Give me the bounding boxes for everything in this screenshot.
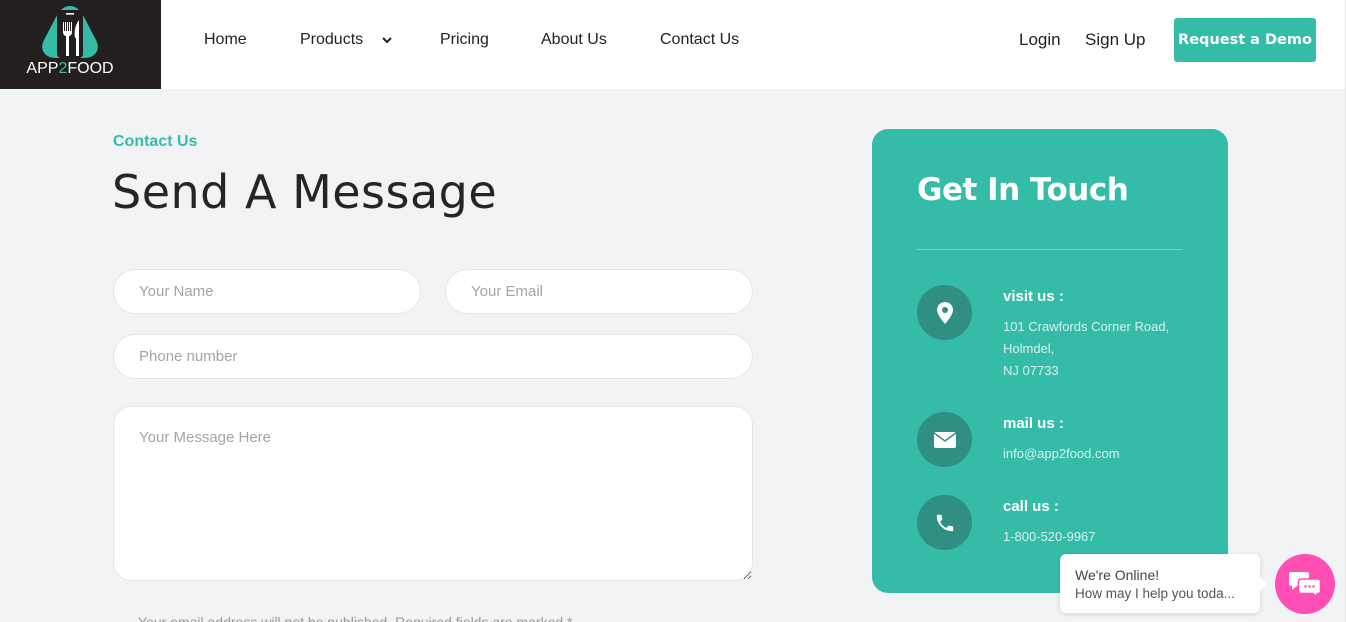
- nav-item-contact-us[interactable]: Contact Us: [660, 30, 739, 50]
- nav-label: Contact Us: [660, 31, 740, 48]
- request-demo-button[interactable]: Request a Demo: [1174, 18, 1316, 62]
- divider: [917, 249, 1182, 250]
- nav-item-about-us[interactable]: About Us: [541, 30, 607, 50]
- info-label: mail us :: [1003, 415, 1064, 432]
- envelope-icon: [917, 412, 972, 467]
- info-label: visit us :: [1003, 288, 1064, 305]
- address: 101 Crawfords Corner Road, Holmdel, NJ 0…: [1003, 316, 1169, 382]
- phone-number[interactable]: 1-800-520-9967: [1003, 526, 1096, 548]
- map-marker-icon: [917, 285, 972, 340]
- message-textarea[interactable]: [113, 406, 753, 581]
- nav-label: Pricing: [440, 31, 489, 48]
- phone-input[interactable]: [113, 334, 753, 379]
- section-eyebrow: Contact Us: [113, 133, 198, 150]
- nav-label: Products: [300, 31, 364, 48]
- site-header: APP2FOOD Home Products Pricing About Us …: [0, 0, 1346, 89]
- nav-item-pricing[interactable]: Pricing: [440, 30, 489, 50]
- get-in-touch-card: Get In Touch visit us : 101 Crawfords Co…: [872, 129, 1228, 593]
- nav-label: About Us: [541, 31, 607, 48]
- email-link[interactable]: info@app2food.com: [1003, 443, 1120, 465]
- chat-open-button[interactable]: [1275, 554, 1335, 614]
- email-input[interactable]: [445, 269, 753, 314]
- address-line: Holmdel,: [1003, 341, 1055, 356]
- nav-item-products[interactable]: Products: [300, 30, 392, 50]
- privacy-notice: Your email address will not be published…: [138, 614, 573, 622]
- email-address[interactable]: info@app2food.com: [1003, 443, 1120, 465]
- page-title: Send A Message: [112, 165, 498, 219]
- name-input[interactable]: [113, 269, 421, 314]
- address-line: NJ 07733: [1003, 363, 1059, 378]
- logo-icon: [42, 6, 98, 58]
- chevron-down-icon: [381, 37, 392, 44]
- phone-link[interactable]: 1-800-520-9967: [1003, 526, 1096, 548]
- address-line: 101 Crawfords Corner Road,: [1003, 319, 1170, 334]
- card-title: Get In Touch: [917, 172, 1129, 208]
- signup-link[interactable]: Sign Up: [1085, 30, 1145, 50]
- nav-label: Home: [204, 31, 247, 48]
- chat-bubbles-icon: [1289, 572, 1321, 598]
- chat-prompt: How may I help you toda...: [1075, 586, 1235, 601]
- chat-greeting-bubble[interactable]: We're Online! How may I help you toda...: [1060, 554, 1260, 613]
- chat-status: We're Online!: [1075, 567, 1160, 583]
- logo-text: APP2FOOD: [26, 60, 114, 77]
- nav-item-home[interactable]: Home: [204, 30, 247, 50]
- logo[interactable]: APP2FOOD: [0, 0, 161, 89]
- info-label: call us :: [1003, 498, 1059, 515]
- phone-icon: [917, 495, 972, 550]
- login-link[interactable]: Login: [1019, 30, 1061, 50]
